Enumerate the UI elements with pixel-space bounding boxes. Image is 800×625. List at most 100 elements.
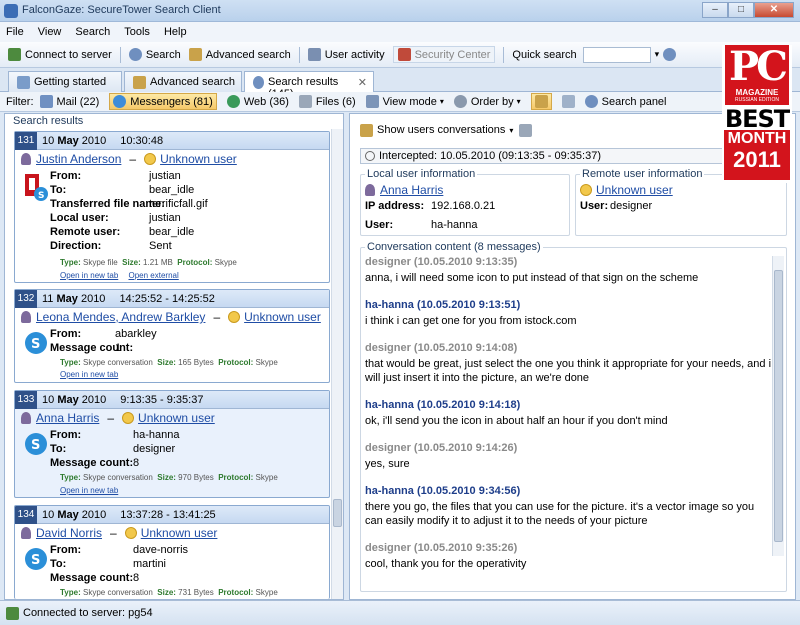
filter-mail[interactable]: Mail (22) (39, 95, 99, 108)
maximize-button[interactable]: □ (728, 2, 754, 18)
result-card-selected[interactable]: 133 10 May 2010 9:13:35 - 9:35:37 Anna H… (14, 390, 330, 498)
chevron-down-icon[interactable]: ▾ (655, 49, 660, 60)
conversation-scrollbar[interactable] (772, 256, 784, 556)
menu-tools[interactable]: Tools (124, 26, 150, 38)
card-users: Anna Harris – Unknown user (15, 409, 329, 427)
security-center-button[interactable]: Security Center (392, 46, 496, 63)
open-new-tab-link[interactable]: Open in new tab (60, 370, 118, 379)
user-icon (21, 412, 31, 424)
open-new-tab-link[interactable]: Open in new tab (60, 271, 118, 280)
connect-label: Connect to server (25, 48, 112, 61)
open-external-link[interactable]: Open external (129, 271, 179, 280)
user-activity-icon (307, 48, 321, 61)
order-by-button[interactable]: Order by ▾ (453, 95, 521, 108)
field-row: Local user: justian (50, 212, 181, 224)
card-date: 11 May 2010 (42, 292, 106, 305)
field-row: Message count: 1 (50, 342, 134, 354)
sort-ascending-button[interactable] (530, 93, 552, 110)
local-user-link[interactable]: Justin Anderson (36, 152, 121, 166)
message-sender: designer (10.05.2010 9:13:35) (365, 256, 518, 268)
local-user-info: Local user information Anna Harris IP ad… (360, 168, 570, 236)
user-activity-button[interactable]: User activity (307, 48, 385, 61)
scrollbar-thumb[interactable] (774, 270, 783, 542)
status-bar: Connected to server: pg54 (0, 600, 800, 625)
search-panel-button[interactable]: Search panel (584, 95, 667, 108)
user-activity-label: User activity (324, 48, 385, 61)
scrollbar-thumb[interactable] (333, 499, 342, 527)
close-button[interactable]: ✕ (754, 2, 794, 18)
title-bar: FalconGaze: SecureTower Search Client – … (0, 0, 800, 22)
tab-advanced-search[interactable]: Advanced search (124, 71, 242, 92)
menu-file[interactable]: File (6, 26, 24, 38)
message: designer (10.05.2010 9:13:35) anna, i wil… (365, 256, 773, 285)
message-sender: designer (10.05.2010 9:35:26) (365, 542, 518, 554)
field-row: Message count: 8 (50, 457, 140, 469)
remote-user-link[interactable]: Unknown user (141, 526, 218, 540)
card-links: Open in new tab (60, 486, 126, 495)
quick-search-go-icon[interactable] (663, 48, 677, 61)
filter-web-label: Web (36) (243, 95, 289, 108)
result-card[interactable]: 132 11 May 2010 14:25:52 - 14:25:52 Leon… (14, 289, 330, 383)
local-user-link[interactable]: Anna Harris (36, 411, 99, 425)
filter-files[interactable]: Files (6) (298, 95, 356, 108)
local-user-name-link[interactable]: Anna Harris (380, 183, 443, 197)
menu-help[interactable]: Help (164, 26, 187, 38)
card-meta: Type: Skype file Size: 1.21 MB Protocol:… (60, 258, 237, 267)
badge-month: MONTH 2011 (724, 130, 790, 180)
user-icon (21, 153, 31, 165)
remote-user-link[interactable]: Unknown user (160, 152, 237, 166)
tab-close-icon[interactable]: ✕ (358, 76, 367, 93)
tab-label: Getting started (34, 76, 107, 88)
local-user-link[interactable]: David Norris (36, 526, 102, 540)
minimize-button[interactable]: – (702, 2, 728, 18)
document-tabs: Getting started Advanced search Search r… (0, 68, 800, 100)
card-number: 133 (15, 390, 37, 409)
show-conversations-button[interactable]: Show users conversations (377, 124, 505, 136)
remote-user-link[interactable]: Unknown user (244, 310, 321, 324)
sort-descending-button[interactable] (561, 95, 575, 108)
connect-button[interactable]: Connect to server (8, 48, 112, 61)
search-button[interactable]: Search (128, 48, 181, 61)
card-links: Open in new tab Open external (60, 271, 187, 280)
card-header: 131 10 May 2010 10:30:48 (15, 131, 329, 150)
message: designer (10.05.2010 9:14:26) yes, sure (365, 442, 773, 471)
advanced-search-label: Advanced search (205, 48, 291, 61)
result-card[interactable]: 134 10 May 2010 13:37:28 - 13:41:25 Davi… (14, 505, 330, 599)
menu-view[interactable]: View (38, 26, 62, 38)
local-user-value: ha-hanna (431, 219, 478, 231)
field-row: From: dave-norris (50, 544, 189, 556)
search-icon (584, 95, 598, 108)
conversation-icon (360, 123, 373, 137)
open-new-tab-link[interactable]: Open in new tab (60, 486, 118, 495)
remote-user-link[interactable]: Unknown user (138, 411, 215, 425)
message-sender: ha-hanna (10.05.2010 9:14:18) (365, 399, 521, 411)
tab-label: Advanced search (150, 76, 235, 88)
menu-search[interactable]: Search (75, 26, 110, 38)
intercepted-text: Intercepted: 10.05.2010 (09:13:35 - 09:3… (379, 150, 601, 162)
tab-search-results[interactable]: Search results (145) ✕ (244, 71, 374, 100)
filter-messengers[interactable]: Messengers (81) (109, 93, 217, 110)
remote-user-name-link[interactable]: Unknown user (596, 183, 673, 197)
advanced-search-button[interactable]: Advanced search (188, 48, 291, 61)
card-users: David Norris – Unknown user (15, 524, 329, 542)
tab-getting-started[interactable]: Getting started (8, 71, 122, 92)
tab-label: Search results (145) (268, 76, 339, 100)
filter-web[interactable]: Web (36) (226, 95, 289, 108)
sort-descending-icon (561, 95, 575, 108)
file-icon (298, 95, 312, 108)
card-time: 14:25:52 - 14:25:52 (119, 292, 215, 305)
chevron-down-icon[interactable]: ▾ (509, 126, 513, 135)
card-users: Justin Anderson – Unknown user (15, 150, 329, 168)
card-time: 10:30:48 (120, 134, 164, 147)
message: designer (10.05.2010 9:35:26) cool, thank… (365, 542, 773, 571)
quick-search-input[interactable] (582, 46, 651, 63)
view-mode-button[interactable]: View mode ▾ (365, 95, 444, 108)
unknown-user-icon (228, 311, 241, 323)
result-card[interactable]: 131 10 May 2010 10:30:48 Justin Anderson… (14, 131, 330, 283)
link-icon[interactable] (519, 123, 533, 137)
local-user-link[interactable]: Leona Mendes, Andrew Barkley (36, 310, 205, 324)
message-text: cool, thank you for the operativity (365, 558, 527, 570)
field-row: From: justian (50, 170, 181, 182)
field-row: From: abarkley (50, 328, 157, 340)
results-scrollbar[interactable] (331, 129, 343, 599)
